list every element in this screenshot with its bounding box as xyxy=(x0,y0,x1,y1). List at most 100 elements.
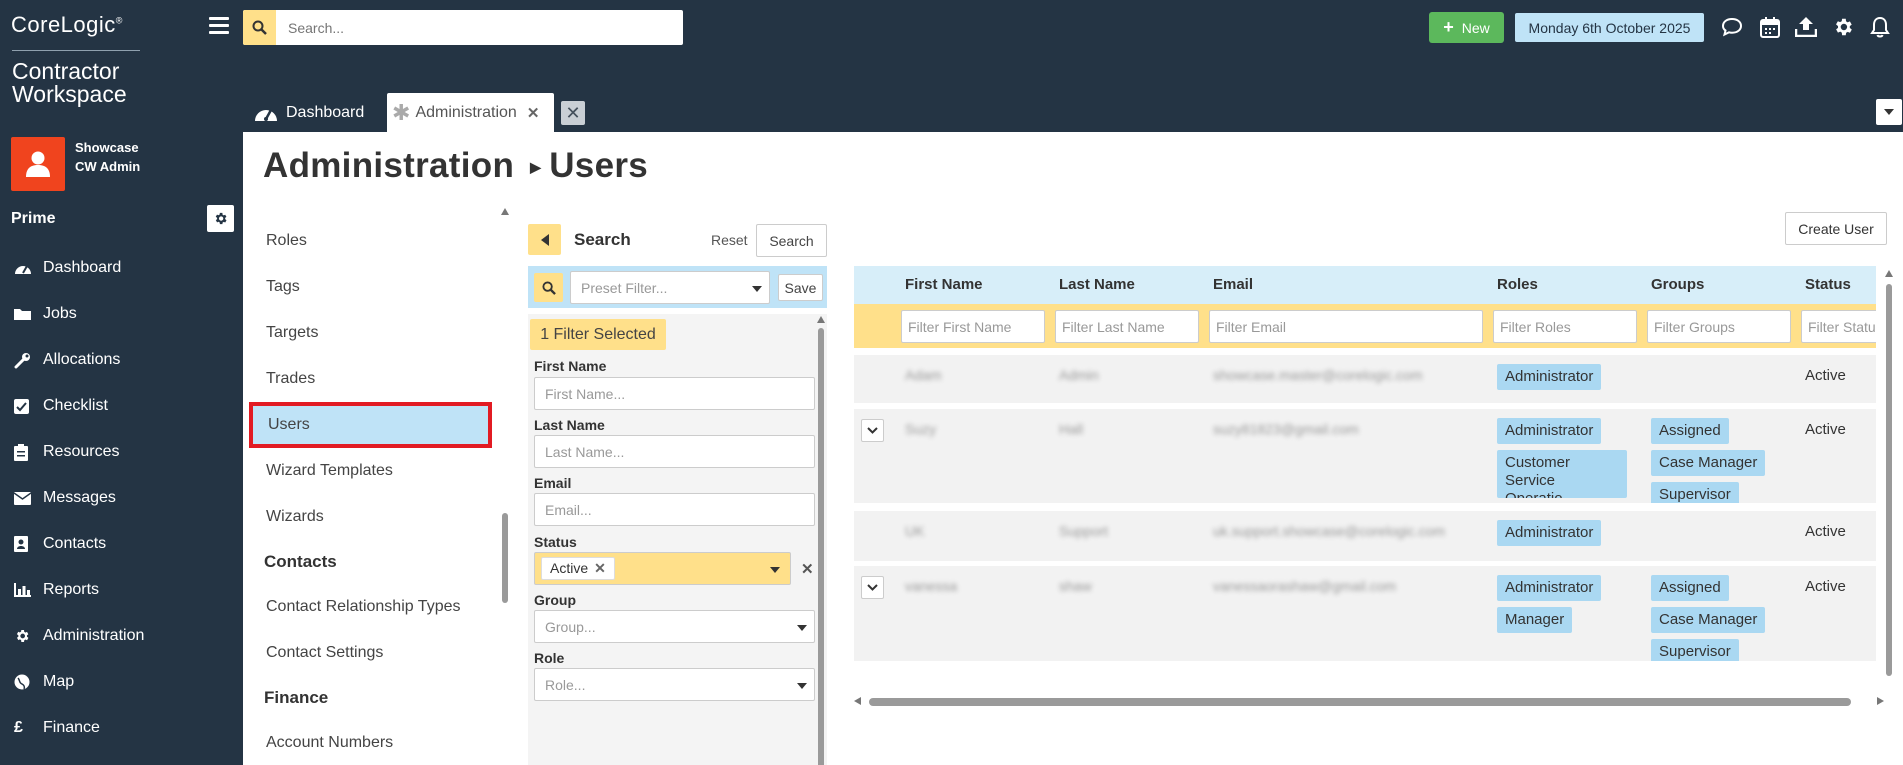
settings-item-account-numbers[interactable]: Account Numbers xyxy=(249,720,492,765)
settings-item-trades[interactable]: Trades xyxy=(249,356,492,402)
nav-item-dashboard[interactable]: Dashboard xyxy=(0,245,243,291)
breadcrumb-parent[interactable]: Administration xyxy=(263,146,514,185)
scrollbar-thumb[interactable] xyxy=(869,698,1851,706)
filter-email-input[interactable]: Filter Email xyxy=(1209,310,1483,343)
table-row[interactable]: vanessa shaw vanessaorashaw@gmail.com Ad… xyxy=(854,566,1876,661)
preset-search-button[interactable] xyxy=(534,273,563,302)
settings-item-tags[interactable]: Tags xyxy=(249,264,492,310)
settings-item-roles[interactable]: Roles xyxy=(249,218,492,264)
table-row[interactable]: UK Support uk.support.showcase@corelogic… xyxy=(854,511,1876,561)
filter-last-name-input[interactable]: Filter Last Name xyxy=(1055,310,1199,343)
column-header-email[interactable]: Email xyxy=(1213,276,1253,293)
chevron-down-icon xyxy=(1884,109,1894,115)
new-button[interactable]: + New xyxy=(1429,12,1504,43)
remove-tag-icon[interactable]: ✕ xyxy=(594,560,606,576)
first-name-field[interactable]: First Name... xyxy=(534,377,815,410)
reset-filters-link[interactable]: Reset xyxy=(711,232,748,248)
status-select[interactable]: Active ✕ xyxy=(534,552,791,585)
clear-status-icon[interactable]: ✕ xyxy=(801,560,814,578)
chat-button[interactable] xyxy=(1719,14,1745,40)
search-input[interactable] xyxy=(276,19,656,36)
bell-icon xyxy=(1870,16,1890,38)
filter-roles-input[interactable]: Filter Roles xyxy=(1493,310,1637,343)
settings-item-users[interactable]: Users xyxy=(249,402,492,448)
settings-button[interactable] xyxy=(1830,14,1856,40)
scroll-up-icon[interactable] xyxy=(817,316,825,323)
column-header-first-name[interactable]: First Name xyxy=(905,276,983,293)
tab-list-dropdown[interactable] xyxy=(1876,99,1902,125)
scrollbar-thumb[interactable] xyxy=(502,513,508,603)
tab-dashboard[interactable]: Dashboard xyxy=(254,93,364,132)
nav-item-resources[interactable]: Resources xyxy=(0,429,243,475)
filter-panel-header: Search Reset Search xyxy=(528,222,827,257)
nav-item-checklist[interactable]: Checklist xyxy=(0,383,243,429)
settings-list-scrollbar[interactable] xyxy=(500,208,510,765)
table-row[interactable]: Adam Admin showcase.master@corelogic.com… xyxy=(854,355,1876,403)
calendar-button[interactable] xyxy=(1757,14,1783,40)
notifications-button[interactable] xyxy=(1867,14,1893,40)
settings-item-wizard-templates[interactable]: Wizard Templates xyxy=(249,448,492,494)
current-date-badge: Monday 6th October 2025 xyxy=(1515,13,1704,42)
tab-close-icon[interactable]: ✕ xyxy=(527,104,540,122)
collapse-filter-button[interactable] xyxy=(528,224,561,255)
avatar[interactable] xyxy=(11,137,65,191)
chevron-left-icon xyxy=(540,233,549,246)
column-header-status[interactable]: Status xyxy=(1805,276,1851,293)
scrollbar-thumb[interactable] xyxy=(818,328,824,765)
email-field[interactable]: Email... xyxy=(534,493,815,526)
user-org: Showcase xyxy=(75,140,139,155)
nav-item-map[interactable]: Map xyxy=(0,659,243,705)
product-name-text: Contractor Workspace xyxy=(12,58,127,107)
preset-filter-bar: Preset Filter... Save xyxy=(528,266,827,308)
save-preset-button[interactable]: Save xyxy=(778,274,823,301)
filter-first-name-input[interactable]: Filter First Name xyxy=(901,310,1045,343)
nav-item-reports[interactable]: Reports xyxy=(0,567,243,613)
scroll-up-icon[interactable] xyxy=(501,208,509,215)
filter-form-scrollbar[interactable] xyxy=(816,314,826,765)
role-chip: Manager xyxy=(1497,607,1573,633)
nav-item-administration[interactable]: Administration xyxy=(0,613,243,659)
nav-item-label: Messages xyxy=(43,489,116,506)
scroll-left-icon[interactable] xyxy=(854,697,861,705)
column-header-last-name[interactable]: Last Name xyxy=(1059,276,1135,293)
filter-status-input[interactable]: Filter Statu xyxy=(1801,310,1876,343)
menu-toggle-button[interactable] xyxy=(209,17,229,34)
tab-administration[interactable]: ✱ Administration ✕ xyxy=(387,93,554,132)
settings-group-contacts: Contacts xyxy=(264,552,337,571)
settings-item-contact-relationship-types[interactable]: Contact Relationship Types xyxy=(249,584,492,630)
nav-item-contacts[interactable]: Contacts xyxy=(0,521,243,567)
table-horizontal-scrollbar[interactable] xyxy=(854,695,1884,707)
group-chip: Supervisor xyxy=(1651,482,1739,503)
table-row[interactable]: Suzy Hall suzy81823@gmail.com Administra… xyxy=(854,409,1876,503)
nav-item-allocations[interactable]: Allocations xyxy=(0,337,243,383)
prime-settings-button[interactable] xyxy=(207,205,234,232)
table-vertical-scrollbar[interactable] xyxy=(1883,266,1895,686)
search-button[interactable] xyxy=(243,10,276,45)
column-header-groups[interactable]: Groups xyxy=(1651,276,1704,293)
nav-item-messages[interactable]: Messages xyxy=(0,475,243,521)
settings-item-targets[interactable]: Targets xyxy=(249,310,492,356)
expand-row-button[interactable] xyxy=(861,576,884,599)
filter-groups-input[interactable]: Filter Groups xyxy=(1647,310,1791,343)
expand-row-button[interactable] xyxy=(861,419,884,442)
column-header-roles[interactable]: Roles xyxy=(1497,276,1538,293)
scroll-up-icon[interactable] xyxy=(1885,270,1893,277)
role-chip-label: Customer Service xyxy=(1505,454,1571,489)
checklist-icon xyxy=(14,398,34,414)
last-name-field[interactable]: Last Name... xyxy=(534,435,815,468)
apply-search-button[interactable]: Search xyxy=(756,224,827,257)
create-user-button[interactable]: Create User xyxy=(1785,212,1887,245)
nav-item-finance[interactable]: £ Finance xyxy=(0,705,243,751)
close-all-tabs-button[interactable]: ✕ xyxy=(561,101,585,125)
filter-form: 1 Filter Selected First Name First Name.… xyxy=(528,314,827,765)
settings-item-contact-settings[interactable]: Contact Settings xyxy=(249,630,492,676)
upload-button[interactable] xyxy=(1793,14,1819,40)
scrollbar-thumb[interactable] xyxy=(1886,284,1892,676)
nav-item-jobs[interactable]: Jobs xyxy=(0,291,243,337)
preset-filter-select[interactable]: Preset Filter... xyxy=(570,271,770,304)
speedometer-icon xyxy=(255,108,277,121)
group-select[interactable]: Group... xyxy=(534,610,815,643)
settings-item-wizards[interactable]: Wizards xyxy=(249,494,492,540)
scroll-right-icon[interactable] xyxy=(1877,697,1884,705)
role-select[interactable]: Role... xyxy=(534,668,815,701)
